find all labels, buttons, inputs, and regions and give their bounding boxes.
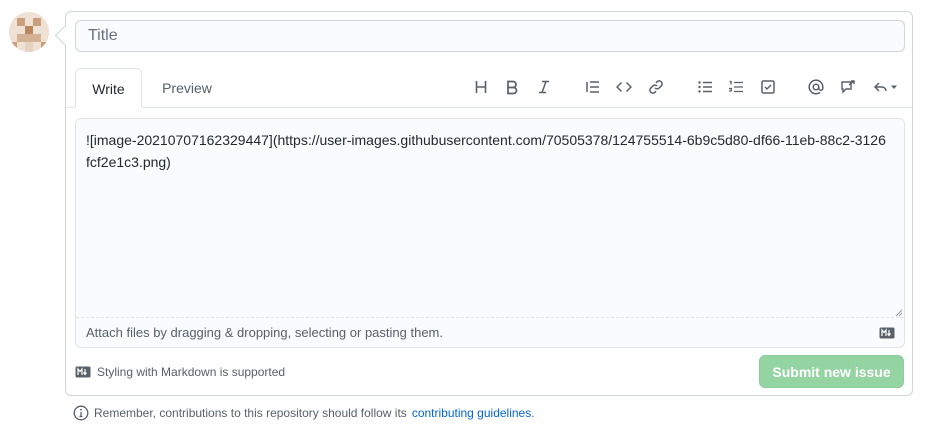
bulleted-list-icon[interactable] xyxy=(694,76,716,98)
chevron-down-icon xyxy=(890,85,897,89)
markdown-icon xyxy=(75,366,91,378)
bold-icon[interactable] xyxy=(501,76,523,98)
numbered-list-icon[interactable] xyxy=(725,76,747,98)
code-icon[interactable] xyxy=(613,76,635,98)
italic-icon[interactable] xyxy=(533,76,555,98)
avatar[interactable] xyxy=(9,12,49,52)
resize-grip-icon[interactable] xyxy=(895,309,903,317)
comment-textarea[interactable] xyxy=(76,119,904,317)
markdown-note[interactable]: Styling with Markdown is supported xyxy=(75,365,285,379)
mention-icon[interactable] xyxy=(805,76,827,98)
reference-icon[interactable] xyxy=(837,76,859,98)
contribution-note-suffix: . xyxy=(531,406,535,420)
contribution-note-text: Remember, contributions to this reposito… xyxy=(94,406,407,420)
tab-preview[interactable]: Preview xyxy=(152,68,222,108)
reply-icon[interactable] xyxy=(869,76,901,98)
contribution-note: Remember, contributions to this reposito… xyxy=(73,405,535,421)
markdown-icon xyxy=(879,327,895,339)
tab-divider xyxy=(66,107,912,108)
issue-form: Write Preview ![image-2021070716232944 xyxy=(65,11,913,396)
attach-files-text: Attach files by dragging & dropping, sel… xyxy=(86,325,443,340)
title-input[interactable] xyxy=(75,20,905,52)
info-icon xyxy=(73,405,89,421)
comment-editor: ![image-20210707162329447](https://user-… xyxy=(75,118,905,348)
task-list-icon[interactable] xyxy=(757,76,779,98)
contributing-guidelines-link[interactable]: contributing guidelines xyxy=(412,406,531,420)
quote-icon[interactable] xyxy=(582,76,604,98)
attach-files-bar[interactable]: Attach files by dragging & dropping, sel… xyxy=(76,317,904,347)
heading-icon[interactable] xyxy=(470,76,492,98)
submit-new-issue-button[interactable]: Submit new issue xyxy=(759,355,904,388)
markdown-note-text: Styling with Markdown is supported xyxy=(97,365,286,379)
link-icon[interactable] xyxy=(645,76,667,98)
tab-write[interactable]: Write xyxy=(75,68,142,108)
